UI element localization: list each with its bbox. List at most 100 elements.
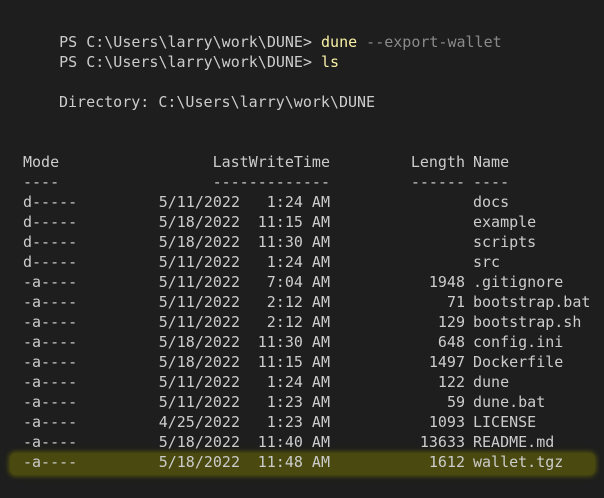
terminal-window[interactable]: PS C:\Users\larry\work\DUNE> dune --expo…	[0, 0, 604, 498]
table-header: Mode LastWriteTime Length Name	[0, 152, 604, 172]
row-mode: -a----	[23, 333, 78, 351]
row-time: 11:48 AM	[257, 453, 330, 471]
row-name: scripts	[473, 233, 537, 251]
table-row: -a---- 5/18/2022 11:48 AM 1612 wallet.tgz	[0, 452, 604, 475]
row-time: 7:04 AM	[266, 273, 330, 291]
header-lastwritetime: LastWriteTime	[212, 153, 330, 171]
separator-mode: ----	[23, 173, 60, 191]
row-name: LICENSE	[473, 413, 537, 431]
row-mode: -a----	[23, 373, 78, 391]
table-row: d----- 5/11/2022 1:24 AM docs	[0, 192, 604, 212]
row-date: 5/11/2022	[158, 193, 240, 211]
row-mode: -a----	[23, 313, 78, 331]
row-length: 122	[437, 373, 465, 391]
separator-lastwritetime: -------------	[212, 173, 330, 191]
row-time: 1:24 AM	[266, 193, 330, 211]
row-mode: d-----	[23, 193, 78, 211]
row-date: 5/11/2022	[158, 253, 240, 271]
table-row: -a---- 5/18/2022 11:30 AM 648 config.ini	[0, 332, 604, 352]
row-time: 1:23 AM	[266, 393, 330, 411]
row-date: 4/25/2022	[158, 413, 240, 431]
row-date: 5/11/2022	[158, 273, 240, 291]
row-length: 71	[446, 293, 465, 311]
table-row: -a---- 5/11/2022 7:04 AM 1948 .gitignore	[0, 272, 604, 292]
separator-length: ------	[410, 173, 465, 191]
table-row: -a---- 5/11/2022 2:12 AM 129 bootstrap.sh	[0, 312, 604, 332]
row-length	[380, 192, 465, 212]
header-mode: Mode	[23, 153, 60, 171]
row-length: 1497	[428, 353, 465, 371]
row-name: README.md	[473, 433, 555, 451]
row-length: 1612	[428, 453, 465, 471]
command-args: --export-wallet	[357, 33, 502, 51]
row-date: 5/11/2022	[158, 373, 240, 391]
row-length	[380, 212, 465, 232]
row-time: 11:15 AM	[257, 213, 330, 231]
row-name: example	[473, 213, 537, 231]
row-date: 5/11/2022	[158, 313, 240, 331]
separator-name: ----	[473, 173, 510, 191]
row-length	[380, 232, 465, 252]
row-length: 648	[437, 333, 465, 351]
directory-line: Directory: C:\Users\larry\work\DUNE	[59, 93, 376, 111]
table-row: -a---- 5/11/2022 1:24 AM 122 dune	[0, 372, 604, 392]
row-name: bootstrap.bat	[473, 293, 591, 311]
row-mode: -a----	[23, 393, 78, 411]
row-time: 2:12 AM	[266, 313, 330, 331]
row-time: 1:24 AM	[266, 373, 330, 391]
row-length: 129	[437, 313, 465, 331]
table-row: -a---- 5/18/2022 11:40 AM 13633 README.md	[0, 432, 604, 452]
row-mode: -a----	[23, 293, 78, 311]
table-row: d----- 5/18/2022 11:30 AM scripts	[0, 232, 604, 252]
command-name: ls	[321, 53, 340, 71]
prompt-line: PS C:\Users\larry\work\DUNE> dune --expo…	[23, 12, 502, 51]
row-mode: d-----	[23, 213, 78, 231]
row-name: dune	[473, 373, 510, 391]
row-name: bootstrap.sh	[473, 313, 582, 331]
table-row: -a---- 5/11/2022 1:23 AM 59 dune.bat	[0, 392, 604, 412]
row-time: 11:40 AM	[257, 433, 330, 451]
row-length: 59	[446, 393, 465, 411]
row-mode: -a----	[23, 453, 78, 471]
row-time: 11:30 AM	[257, 333, 330, 351]
table-row: d----- 5/11/2022 1:24 AM src	[0, 252, 604, 272]
table-row: -a---- 5/18/2022 11:15 AM 1497 Dockerfile	[0, 352, 604, 372]
row-name: .gitignore	[473, 273, 564, 291]
row-mode: -a----	[23, 433, 78, 451]
row-name: Dockerfile	[473, 353, 564, 371]
table-row: d----- 5/18/2022 11:15 AM example	[0, 212, 604, 232]
row-date: 5/18/2022	[158, 433, 240, 451]
row-mode: -a----	[23, 273, 78, 291]
row-name: docs	[473, 193, 510, 211]
row-date: 5/18/2022	[158, 233, 240, 251]
table-separator: ---- ------------- ------ ----	[0, 172, 604, 192]
row-time: 11:15 AM	[257, 353, 330, 371]
row-date: 5/11/2022	[158, 393, 240, 411]
table-row: -a---- 4/25/2022 1:23 AM 1093 LICENSE	[0, 412, 604, 432]
row-name: src	[473, 253, 501, 271]
row-length: 13633	[419, 433, 465, 451]
row-mode: -a----	[23, 353, 78, 371]
row-length: 1948	[428, 273, 465, 291]
row-date: 5/18/2022	[158, 213, 240, 231]
row-time: 1:24 AM	[266, 253, 330, 271]
row-date: 5/18/2022	[158, 333, 240, 351]
header-length: Length	[410, 153, 465, 171]
prompt-text: PS C:\Users\larry\work\DUNE>	[59, 53, 322, 71]
prompt-line: PS C:\Users\larry\work\DUNE> ls	[23, 32, 339, 71]
row-mode: -a----	[23, 413, 78, 431]
row-time: 1:23 AM	[266, 413, 330, 431]
row-name: dune.bat	[473, 393, 546, 411]
row-name: wallet.tgz	[473, 453, 564, 471]
row-time: 2:12 AM	[266, 293, 330, 311]
row-date: 5/18/2022	[158, 453, 240, 471]
row-length	[380, 252, 465, 272]
table-row: -a---- 5/11/2022 2:12 AM 71 bootstrap.bat	[0, 292, 604, 312]
row-time: 11:30 AM	[257, 233, 330, 251]
row-date: 5/11/2022	[158, 293, 240, 311]
row-mode: d-----	[23, 253, 78, 271]
header-name: Name	[473, 153, 510, 171]
row-date: 5/18/2022	[158, 353, 240, 371]
row-length: 1093	[428, 413, 465, 431]
row-name: config.ini	[473, 333, 564, 351]
